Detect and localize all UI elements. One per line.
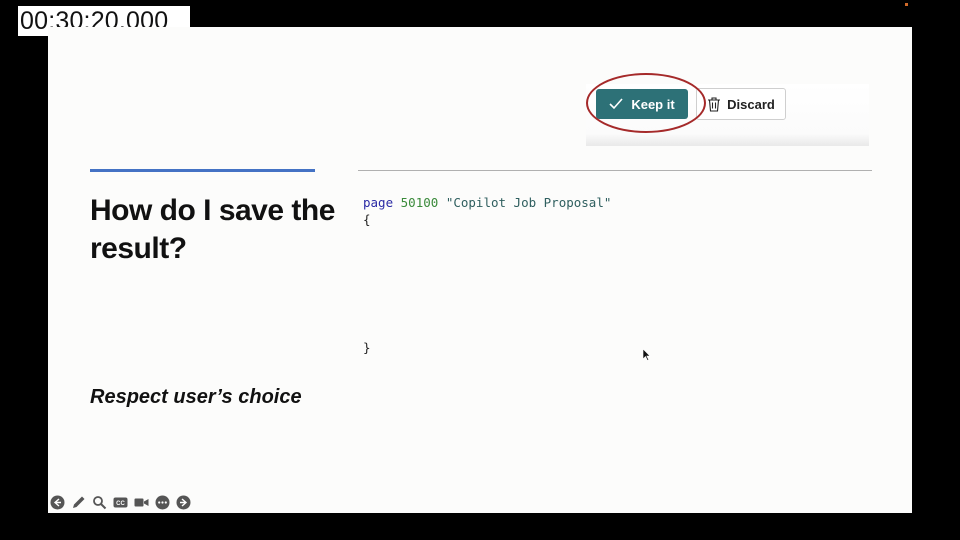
accent-line — [90, 169, 315, 172]
code-block: page 50100 "Copilot Job Proposal" { — [363, 194, 611, 228]
code-open-brace: { — [363, 212, 371, 227]
mouse-cursor-icon — [643, 349, 651, 361]
divider — [358, 170, 872, 171]
code-keyword: page — [363, 195, 394, 210]
trash-icon — [708, 96, 721, 112]
more-icon[interactable] — [155, 495, 170, 510]
previous-icon[interactable] — [50, 495, 65, 510]
next-icon[interactable] — [176, 495, 191, 510]
discard-label: Discard — [727, 96, 775, 112]
pen-icon[interactable] — [71, 495, 86, 510]
slide: Keep it Discard How do I save the result… — [48, 27, 912, 513]
svg-text:CC: CC — [116, 501, 125, 507]
code-id: 50100 — [400, 195, 439, 210]
status-dot — [905, 3, 908, 6]
slideshow-controls: CC — [50, 495, 191, 510]
captions-icon[interactable]: CC — [113, 495, 128, 510]
video-icon[interactable] — [134, 495, 149, 510]
slide-subtitle: Respect user’s choice — [90, 386, 302, 408]
zoom-icon[interactable] — [92, 495, 107, 510]
highlight-ring — [586, 73, 706, 133]
code-close-brace: } — [363, 340, 371, 355]
discard-button[interactable]: Discard — [696, 88, 786, 120]
slide-title: How do I save the result? — [90, 194, 335, 265]
code-name: "Copilot Job Proposal" — [445, 195, 612, 210]
